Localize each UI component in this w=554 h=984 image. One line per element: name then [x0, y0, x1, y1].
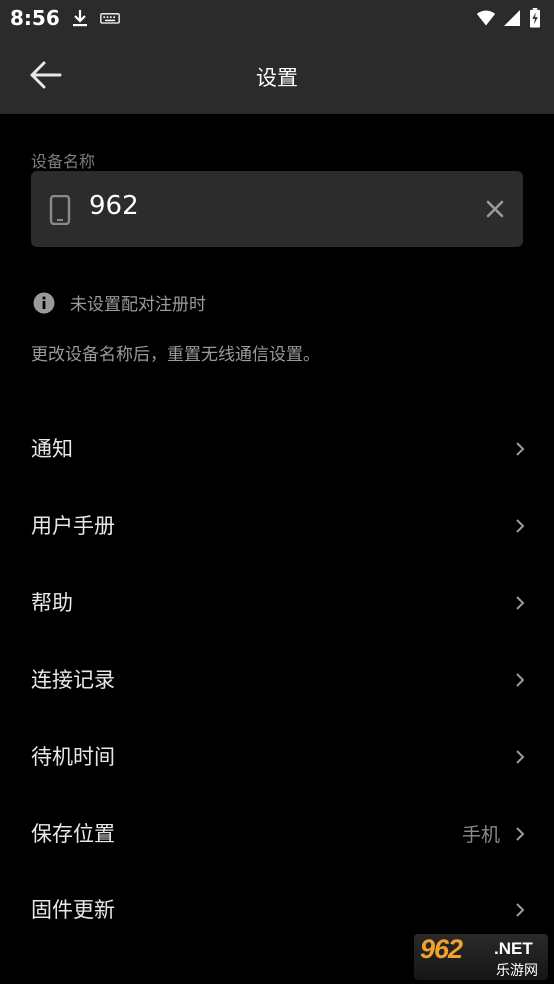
chevron-right-icon — [516, 673, 525, 687]
info-icon — [33, 292, 55, 313]
device-name-label: 设备名称 — [31, 152, 96, 171]
wifi-icon — [476, 10, 496, 26]
watermark-net: .NET — [494, 939, 533, 958]
chevron-right-icon — [516, 519, 525, 533]
menu-item-label: 待机时间 — [31, 745, 115, 769]
chevron-right-icon — [516, 596, 525, 610]
menu-item-label: 连接记录 — [31, 668, 115, 692]
pairing-info: 未设置配对注册时 — [33, 290, 206, 315]
chevron-right-icon — [516, 750, 525, 764]
pairing-info-text: 未设置配对注册时 — [70, 295, 206, 315]
device-name-input[interactable] — [89, 191, 469, 221]
menu-item-label: 帮助 — [31, 591, 73, 615]
status-bar: 8:56 — [0, 0, 554, 36]
menu-item-user-manual[interactable]: 用户手册 — [0, 488, 554, 565]
chevron-right-icon — [516, 903, 525, 917]
menu-item-label: 固件更新 — [31, 898, 115, 922]
menu-item-notifications[interactable]: 通知 — [0, 411, 554, 488]
chevron-right-icon — [516, 827, 525, 841]
menu-item-connection-log[interactable]: 连接记录 — [0, 642, 554, 719]
menu-item-label: 用户手册 — [31, 514, 115, 538]
help-text: 更改设备名称后，重置无线通信设置。 — [31, 345, 320, 365]
page-title: 设置 — [256, 66, 298, 90]
watermark-sub: 乐游网 — [496, 963, 538, 979]
menu-item-standby-time[interactable]: 待机时间 — [0, 719, 554, 796]
battery-charging-icon — [530, 8, 540, 28]
close-icon[interactable] — [483, 197, 507, 221]
menu-item-help[interactable]: 帮助 — [0, 565, 554, 642]
keyboard-icon — [100, 13, 120, 24]
chevron-right-icon — [516, 442, 525, 456]
settings-screen: 8:56 设置 设备名称 962 未设置配对注册时 更改设备名称后，重置无线通信… — [0, 0, 554, 984]
status-time: 8:56 — [10, 6, 60, 30]
download-icon — [73, 10, 87, 27]
menu-item-label: 保存位置 — [31, 822, 115, 846]
save-location-value: 手机 — [461, 824, 500, 846]
watermark-brand: 962 — [420, 934, 463, 964]
menu-item-label: 通知 — [31, 437, 73, 461]
phone-icon — [49, 195, 71, 225]
menu-item-save-location[interactable]: 保存位置 手机 — [0, 796, 554, 873]
watermark-logo: 962 .NET 乐游网 — [414, 934, 548, 980]
signal-icon — [504, 10, 520, 26]
app-bar: 设置 — [0, 36, 554, 114]
device-name-field[interactable] — [31, 171, 523, 247]
